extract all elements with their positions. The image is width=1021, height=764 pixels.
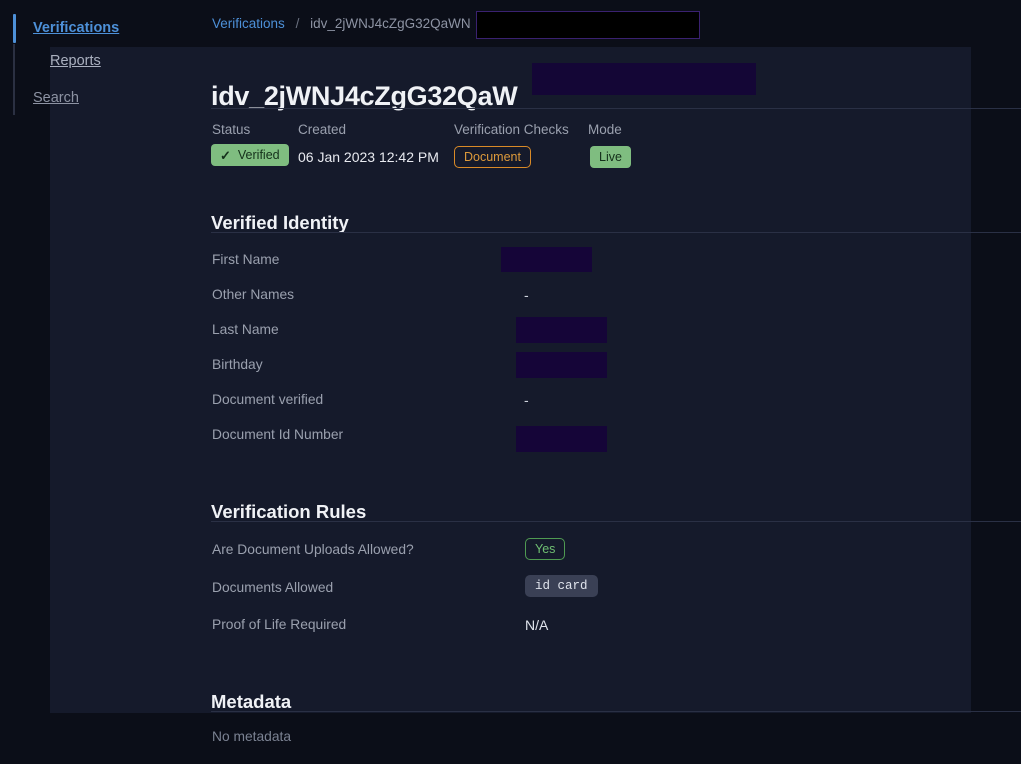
divider-metadata — [211, 711, 1021, 712]
row-label-other-names: Other Names — [212, 287, 295, 302]
documents-allowed-chip: id card — [525, 575, 598, 597]
sidebar-item-search[interactable]: Search — [33, 89, 79, 107]
row-label-first-name: First Name — [212, 252, 280, 267]
row-label-documents-allowed: Documents Allowed — [212, 580, 334, 595]
redaction-overlay-breadcrumb — [476, 11, 700, 39]
divider-header — [211, 108, 1021, 109]
verification-checks-badge: Document — [454, 146, 531, 168]
row-label-proof-of-life-required: Proof of Life Required — [212, 617, 347, 632]
row-value-document-verified: - — [524, 392, 529, 408]
row-label-birthday: Birthday — [212, 357, 263, 372]
redaction-overlay-title — [532, 63, 756, 95]
divider-verification-rules — [211, 521, 1021, 522]
breadcrumb-separator: / — [295, 16, 300, 31]
breadcrumb: Verifications / idv_2jWNJ4cZgG32QaWN — [212, 16, 471, 32]
summary-label-verification-checks: Verification Checks — [454, 122, 569, 137]
check-icon: ✓ — [220, 147, 231, 163]
row-label-document-uploads-allowed: Are Document Uploads Allowed? — [212, 542, 414, 557]
redaction-overlay-birthday — [516, 352, 607, 378]
summary-label-mode: Mode — [588, 122, 622, 137]
sidebar-rail — [13, 44, 15, 115]
breadcrumb-link-verifications[interactable]: Verifications — [212, 16, 285, 31]
breadcrumb-current: idv_2jWNJ4cZgG32QaWN — [310, 16, 471, 31]
status-badge: ✓ Verified — [211, 144, 289, 166]
mode-badge-label: Live — [590, 146, 631, 168]
verification-checks-badge-label: Document — [454, 146, 531, 168]
summary-label-created: Created — [298, 122, 347, 137]
sidebar-active-indicator — [13, 14, 16, 43]
redaction-overlay-first-name — [501, 247, 592, 272]
summary-label-status: Status — [212, 122, 251, 137]
row-label-document-id-number: Document Id Number — [212, 427, 344, 442]
sidebar-item-verifications[interactable]: Verifications — [33, 19, 119, 37]
row-value-proof-of-life-required: N/A — [525, 617, 549, 633]
status-badge-label: Verified — [237, 148, 280, 162]
sidebar: Verifications Reports Search — [0, 0, 200, 764]
sidebar-item-reports[interactable]: Reports — [50, 52, 101, 70]
documents-allowed-chip-label: id card — [525, 575, 598, 597]
page-root: Verifications Reports Search Verificatio… — [0, 0, 1021, 764]
created-value: 06 Jan 2023 12:42 PM — [298, 149, 439, 165]
document-uploads-allowed-badge: Yes — [525, 538, 566, 560]
row-label-document-verified: Document verified — [212, 392, 324, 407]
row-value-other-names: - — [524, 287, 529, 303]
mode-badge: Live — [590, 146, 631, 168]
divider-verified-identity — [211, 232, 1021, 233]
row-label-last-name: Last Name — [212, 322, 279, 337]
redaction-overlay-last-name — [516, 317, 607, 343]
document-uploads-allowed-badge-label: Yes — [525, 538, 566, 560]
redaction-overlay-document-id-number — [516, 426, 607, 452]
metadata-empty-text: No metadata — [212, 729, 291, 744]
